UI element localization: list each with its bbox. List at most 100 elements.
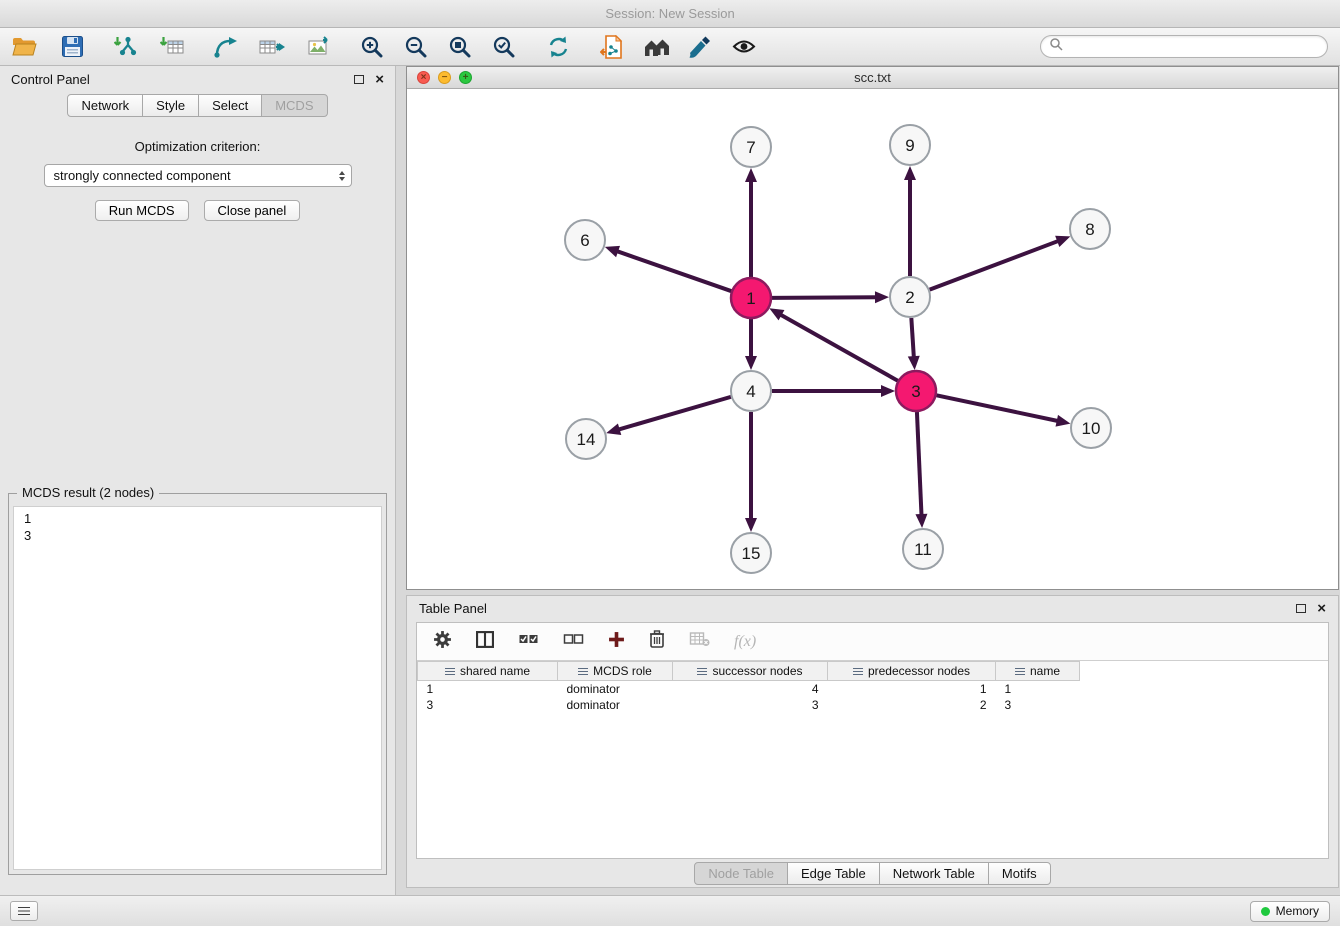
column-layout-icon[interactable] bbox=[476, 631, 494, 653]
svg-text:4: 4 bbox=[746, 382, 755, 401]
cell[interactable]: 1 bbox=[828, 681, 996, 698]
column-header-name[interactable]: name bbox=[996, 662, 1080, 681]
cell[interactable]: 1 bbox=[418, 681, 558, 698]
tab-motifs[interactable]: Motifs bbox=[988, 862, 1051, 885]
delete-column-icon[interactable] bbox=[649, 630, 665, 653]
edge-arrowhead-icon bbox=[606, 423, 621, 435]
node-9[interactable]: 9 bbox=[890, 125, 930, 165]
select-all-checkboxes-icon[interactable] bbox=[518, 632, 539, 651]
edge-1-2[interactable] bbox=[772, 297, 878, 298]
mcds-result-item[interactable]: 1 bbox=[24, 510, 371, 527]
edge-arrowhead-icon bbox=[1056, 415, 1071, 427]
show-hide-icon[interactable] bbox=[730, 33, 758, 61]
tab-network[interactable]: Network bbox=[67, 94, 143, 117]
node-11[interactable]: 11 bbox=[903, 529, 943, 569]
zoom-selected-icon[interactable] bbox=[490, 33, 518, 61]
node-table: shared name MCDS role successor nodes pr… bbox=[417, 661, 1080, 713]
edge-3-1[interactable] bbox=[779, 314, 898, 381]
window-title: Session: New Session bbox=[605, 6, 734, 21]
zoom-in-icon[interactable] bbox=[358, 33, 386, 61]
settings-gear-icon[interactable] bbox=[433, 630, 452, 654]
delete-table-icon[interactable] bbox=[689, 631, 710, 652]
cell[interactable]: 2 bbox=[828, 697, 996, 713]
network-canvas[interactable]: 7 9 6 8 1 2 4 3 14 10 15 11 bbox=[407, 89, 1338, 589]
float-table-panel-icon[interactable] bbox=[1296, 604, 1306, 613]
import-table-icon[interactable] bbox=[158, 33, 186, 61]
tab-network-table[interactable]: Network Table bbox=[879, 862, 989, 885]
tab-mcds[interactable]: MCDS bbox=[261, 94, 327, 117]
criterion-select-value: strongly connected component bbox=[54, 168, 231, 183]
first-neighbors-icon[interactable] bbox=[642, 33, 670, 61]
zoom-fit-icon[interactable] bbox=[446, 33, 474, 61]
column-header-successor-nodes[interactable]: successor nodes bbox=[673, 662, 828, 681]
export-image-icon[interactable] bbox=[304, 33, 332, 61]
node-1[interactable]: 1 bbox=[731, 278, 771, 318]
cell[interactable]: 1 bbox=[996, 681, 1080, 698]
network-document-icon[interactable] bbox=[598, 33, 626, 61]
apply-style-icon[interactable] bbox=[686, 33, 714, 61]
criterion-select[interactable]: strongly connected component bbox=[44, 164, 352, 187]
cell[interactable]: dominator bbox=[558, 697, 673, 713]
import-network-icon[interactable] bbox=[112, 33, 140, 61]
memory-button[interactable]: Memory bbox=[1250, 901, 1330, 922]
table-row[interactable]: 3 dominator 3 2 3 bbox=[418, 697, 1080, 713]
zoom-out-icon[interactable] bbox=[402, 33, 430, 61]
run-mcds-button[interactable]: Run MCDS bbox=[95, 200, 189, 221]
edge-4-14[interactable] bbox=[617, 397, 731, 430]
close-panel-button[interactable]: Close panel bbox=[204, 200, 301, 221]
cell[interactable]: 4 bbox=[673, 681, 828, 698]
node-8[interactable]: 8 bbox=[1070, 209, 1110, 249]
search-icon bbox=[1050, 38, 1063, 56]
edge-1-6[interactable] bbox=[615, 251, 731, 292]
console-button[interactable] bbox=[10, 901, 38, 921]
tab-edge-table[interactable]: Edge Table bbox=[787, 862, 880, 885]
node-7[interactable]: 7 bbox=[731, 127, 771, 167]
refresh-icon[interactable] bbox=[544, 33, 572, 61]
node-4[interactable]: 4 bbox=[731, 371, 771, 411]
edge-2-3[interactable] bbox=[911, 318, 914, 359]
edge-2-8[interactable] bbox=[930, 240, 1060, 289]
optimization-criterion-label: Optimization criterion: bbox=[0, 139, 395, 154]
cell[interactable]: 3 bbox=[673, 697, 828, 713]
search-input[interactable] bbox=[1069, 39, 1318, 54]
tab-select[interactable]: Select bbox=[198, 94, 262, 117]
export-table-icon[interactable] bbox=[258, 33, 286, 61]
cell[interactable]: dominator bbox=[558, 681, 673, 698]
column-header-predecessor-nodes[interactable]: predecessor nodes bbox=[828, 662, 996, 681]
close-panel-icon[interactable] bbox=[375, 72, 384, 87]
search-field[interactable] bbox=[1040, 35, 1328, 58]
column-header-shared-name[interactable]: shared name bbox=[418, 662, 558, 681]
save-session-icon[interactable] bbox=[58, 33, 86, 61]
export-network-icon[interactable] bbox=[212, 33, 240, 61]
close-table-panel-icon[interactable] bbox=[1317, 601, 1326, 616]
cell[interactable]: 3 bbox=[418, 697, 558, 713]
edge-arrowhead-icon bbox=[745, 168, 757, 182]
open-session-icon[interactable] bbox=[10, 33, 38, 61]
node-14[interactable]: 14 bbox=[566, 419, 606, 459]
clear-checkboxes-icon[interactable] bbox=[563, 632, 584, 651]
window-minimize-icon[interactable] bbox=[438, 71, 451, 84]
column-header-mcds-role[interactable]: MCDS role bbox=[558, 662, 673, 681]
edge-3-11[interactable] bbox=[917, 412, 922, 517]
network-window-title: scc.txt bbox=[854, 70, 891, 85]
edge-arrowhead-icon bbox=[904, 166, 916, 180]
cell[interactable]: 3 bbox=[996, 697, 1080, 713]
edge-arrowhead-icon bbox=[605, 246, 620, 257]
window-close-icon[interactable] bbox=[417, 71, 430, 84]
table-row[interactable]: 1 dominator 4 1 1 bbox=[418, 681, 1080, 698]
edge-arrowhead-icon bbox=[745, 356, 757, 370]
node-3[interactable]: 3 bbox=[896, 371, 936, 411]
node-2[interactable]: 2 bbox=[890, 277, 930, 317]
node-15[interactable]: 15 bbox=[731, 533, 771, 573]
float-panel-icon[interactable] bbox=[354, 75, 364, 84]
tab-style[interactable]: Style bbox=[142, 94, 199, 117]
add-column-icon[interactable] bbox=[608, 631, 625, 653]
window-zoom-icon[interactable] bbox=[459, 71, 472, 84]
node-10[interactable]: 10 bbox=[1071, 408, 1111, 448]
function-builder-icon[interactable]: f(x) bbox=[734, 633, 756, 651]
edge-3-10[interactable] bbox=[937, 395, 1060, 421]
traffic-lights bbox=[417, 71, 472, 84]
node-6[interactable]: 6 bbox=[565, 220, 605, 260]
mcds-result-item[interactable]: 3 bbox=[24, 527, 371, 544]
tab-node-table[interactable]: Node Table bbox=[694, 862, 788, 885]
